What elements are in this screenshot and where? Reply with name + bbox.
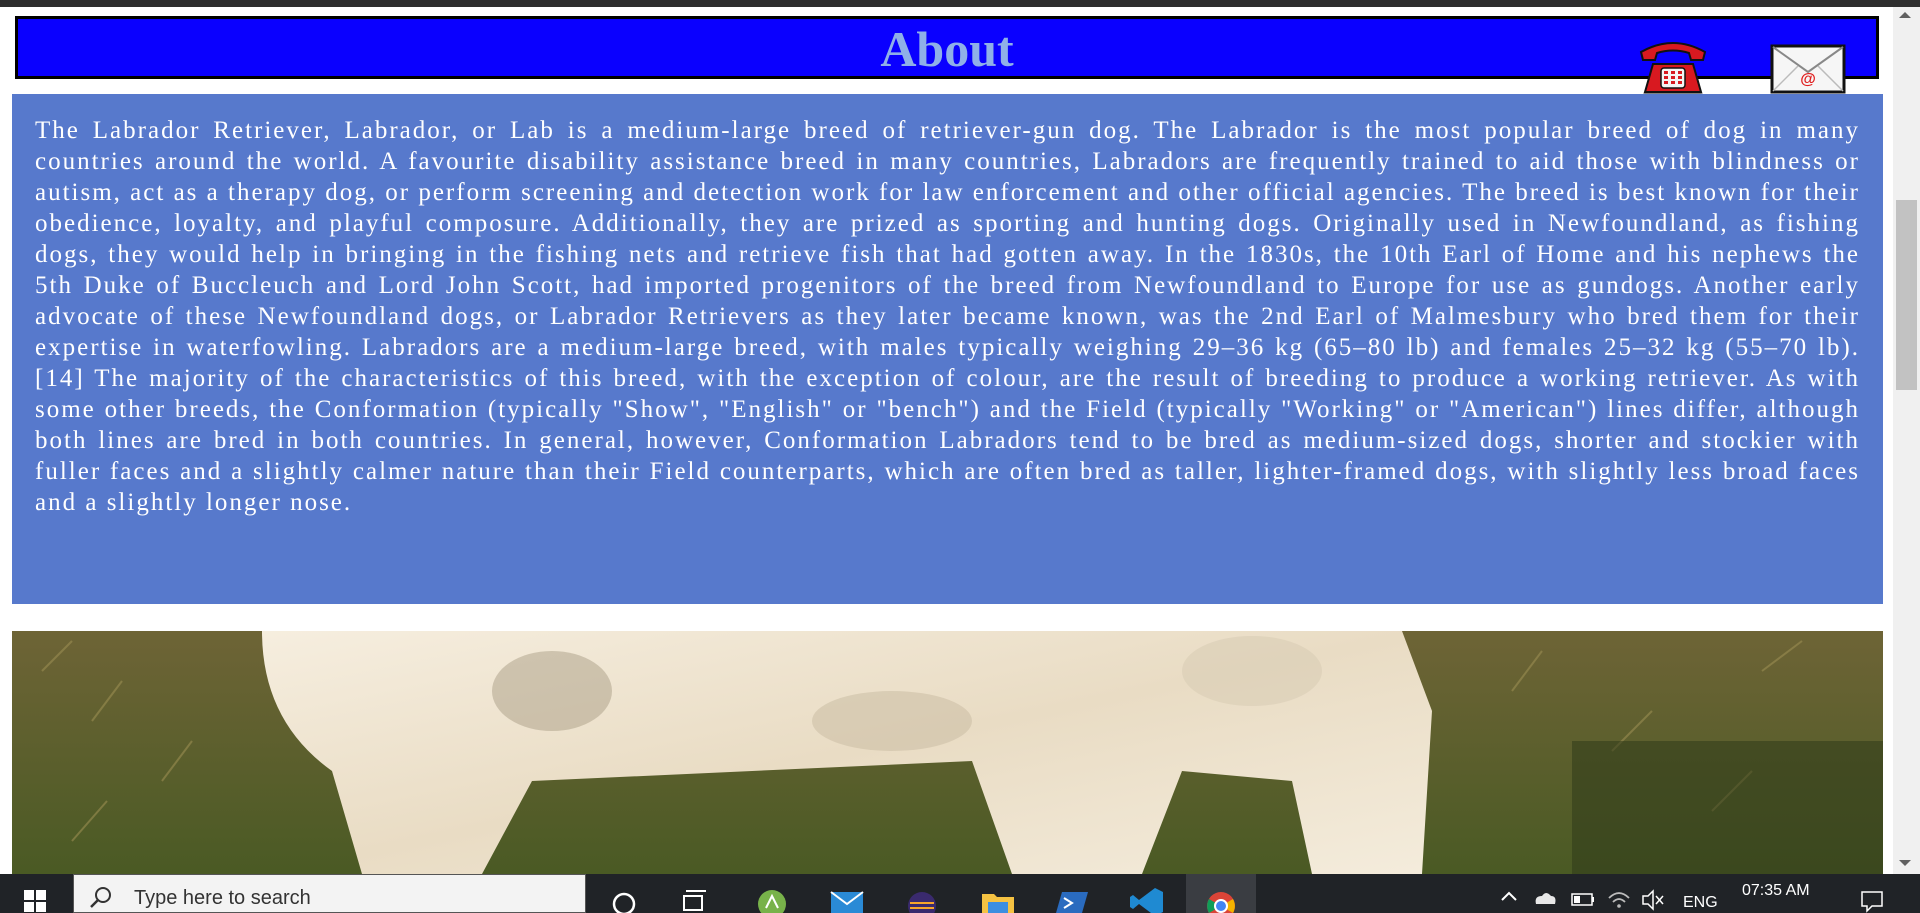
about-section: The Labrador Retriever, Labrador, or Lab… (12, 94, 1883, 604)
chevron-up-icon[interactable] (1498, 874, 1520, 913)
vscode-icon[interactable] (1127, 874, 1167, 913)
wifi-icon[interactable] (1606, 874, 1632, 913)
task-view-icon[interactable] (676, 874, 716, 913)
powershell-icon[interactable] (1052, 874, 1092, 913)
taskbar-search-box[interactable] (73, 874, 586, 913)
scroll-up-arrow-icon[interactable] (1899, 12, 1911, 18)
about-text: The Labrador Retriever, Labrador, or Lab… (35, 117, 1860, 516)
chrome-icon[interactable] (1201, 874, 1241, 913)
android-studio-icon[interactable] (752, 874, 792, 913)
mail-icon[interactable] (827, 874, 867, 913)
svg-text:@: @ (1800, 71, 1816, 88)
page-title: About (880, 21, 1014, 77)
search-icon (90, 887, 111, 908)
envelope-email-icon[interactable]: @ (1770, 44, 1846, 94)
windows-taskbar: ENG 07:35 AM (0, 874, 1920, 913)
volume-muted-icon[interactable] (1640, 874, 1666, 913)
language-indicator[interactable]: ENG (1683, 894, 1718, 912)
onedrive-cloud-icon[interactable] (1530, 874, 1558, 913)
about-header: About (15, 16, 1879, 79)
search-input[interactable] (132, 883, 556, 913)
browser-top-strip (0, 0, 1920, 7)
windows-start-icon[interactable] (0, 874, 72, 913)
notifications-icon[interactable] (1858, 874, 1886, 913)
scrollbar-thumb[interactable] (1896, 200, 1917, 390)
labrador-photo (12, 631, 1883, 874)
clock-time[interactable]: 07:35 AM (1742, 882, 1810, 900)
telephone-icon[interactable] (1637, 38, 1709, 98)
file-explorer-icon[interactable] (978, 874, 1018, 913)
eclipse-icon[interactable] (902, 874, 942, 913)
scroll-down-arrow-icon[interactable] (1899, 860, 1911, 866)
cortana-icon[interactable] (604, 874, 644, 913)
battery-icon[interactable] (1570, 874, 1596, 913)
page-scrollbar[interactable] (1893, 7, 1920, 874)
